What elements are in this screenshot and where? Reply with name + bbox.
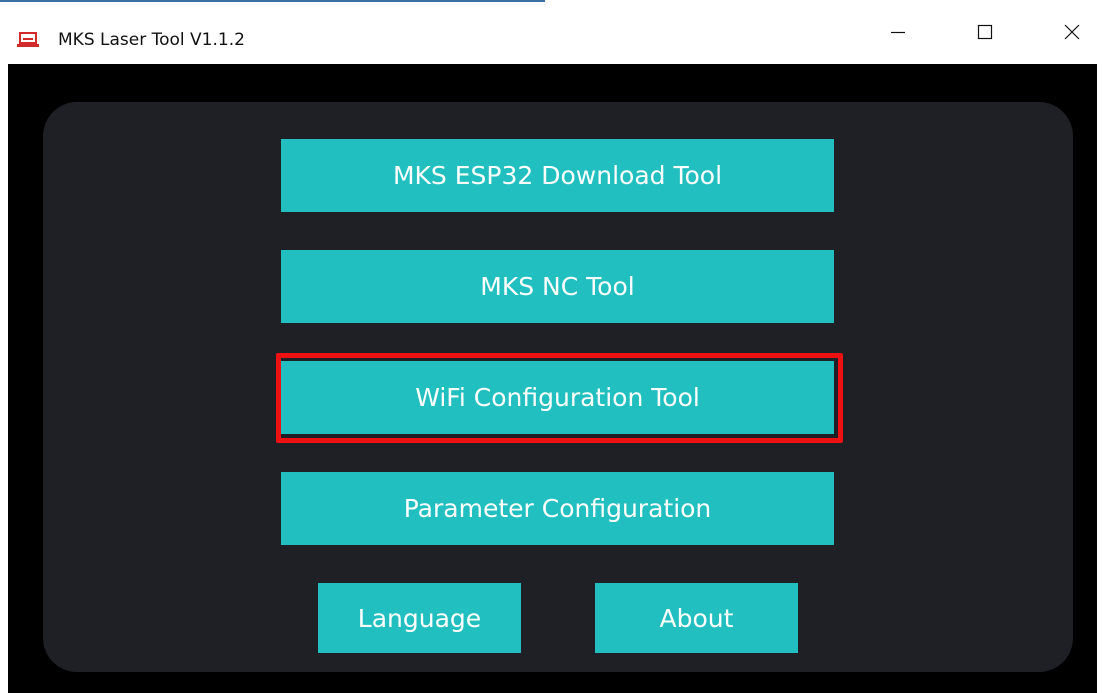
window-title: MKS Laser Tool V1.1.2 xyxy=(58,30,245,50)
minimize-button[interactable] xyxy=(868,4,928,64)
menu-panel: MKS ESP32 Download Tool MKS NC Tool WiFi… xyxy=(43,102,1073,672)
about-button[interactable]: About xyxy=(595,583,798,653)
maximize-icon xyxy=(977,24,993,44)
parameter-configuration-button[interactable]: Parameter Configuration xyxy=(281,472,834,545)
close-icon xyxy=(1064,24,1080,44)
title-bar[interactable]: MKS Laser Tool V1.1.2 xyxy=(0,4,1105,64)
top-edge-accent xyxy=(0,0,545,2)
esp32-download-tool-button[interactable]: MKS ESP32 Download Tool xyxy=(281,139,834,212)
nc-tool-button[interactable]: MKS NC Tool xyxy=(281,250,834,323)
language-button[interactable]: Language xyxy=(318,583,521,653)
laptop-icon xyxy=(17,31,39,48)
close-button[interactable] xyxy=(1042,4,1102,64)
wifi-configuration-tool-button[interactable]: WiFi Configuration Tool xyxy=(281,361,834,434)
minimize-icon xyxy=(890,24,906,44)
app-window: MKS Laser Tool V1.1.2 MKS ESP32 Download… xyxy=(0,0,1105,693)
maximize-button[interactable] xyxy=(955,4,1015,64)
client-area: MKS ESP32 Download Tool MKS NC Tool WiFi… xyxy=(8,64,1097,693)
